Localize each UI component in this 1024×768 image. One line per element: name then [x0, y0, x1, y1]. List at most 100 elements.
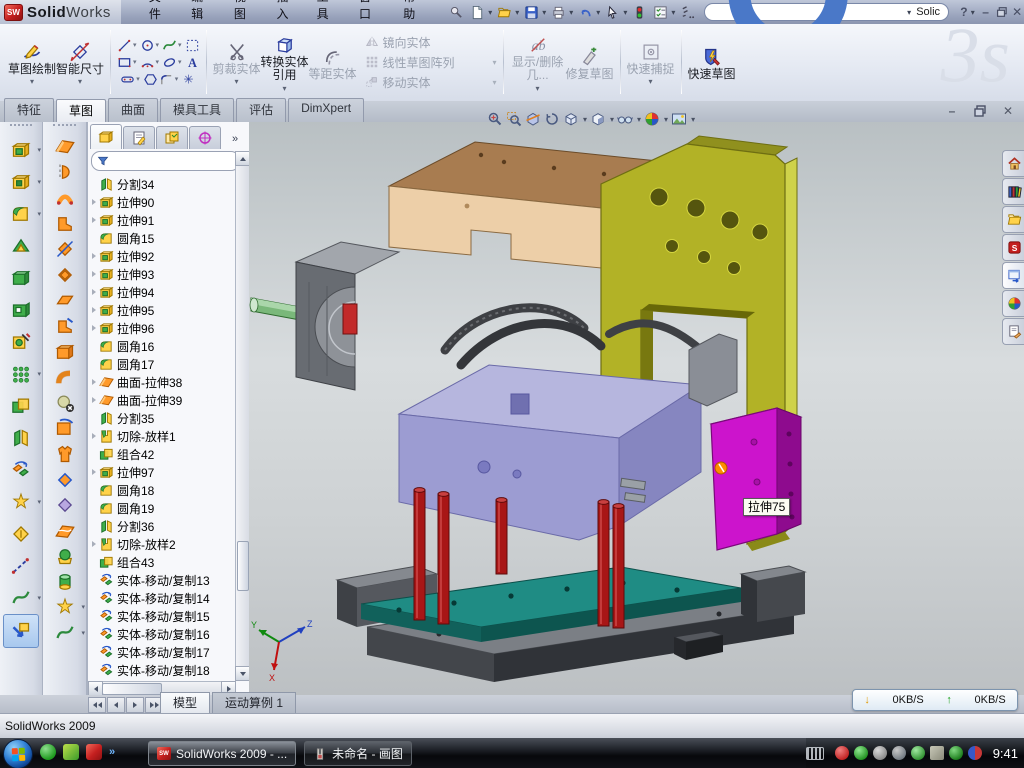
ribbon-tab-1[interactable]: 草图: [56, 99, 106, 123]
spline-curve2-caret-icon[interactable]: ▾: [81, 629, 85, 637]
tree-item-2[interactable]: 拉伸91: [89, 211, 235, 229]
expand-arrow-icon[interactable]: [89, 199, 99, 205]
tree-item-10[interactable]: 圆角17: [89, 355, 235, 373]
centerline-button[interactable]: [0, 550, 42, 582]
search-caret-icon[interactable]: ▾: [907, 8, 911, 17]
rect-tool-icon[interactable]: [117, 55, 132, 70]
tree-vertical-scrollbar[interactable]: [235, 151, 249, 681]
feature-wizard-button[interactable]: [0, 326, 42, 358]
sfillet-tool-icon[interactable]: [159, 72, 174, 87]
tree-item-3[interactable]: 圆角15: [89, 229, 235, 247]
first-tab-button[interactable]: [88, 697, 106, 713]
tree-item-15[interactable]: 组合42: [89, 445, 235, 463]
network-warning-tray-icon[interactable]: [930, 746, 944, 760]
view-rotate-icon[interactable]: [544, 111, 560, 127]
ellipse-caret-icon[interactable]: ▾: [178, 58, 182, 66]
line-tool-icon[interactable]: [117, 38, 132, 53]
select-arrow-icon[interactable]: [603, 3, 622, 21]
boundary-surface-button[interactable]: [43, 185, 86, 211]
quicklaunch-overflow-chevron[interactable]: »: [109, 746, 115, 758]
ribbon-tab-0[interactable]: 特征: [4, 98, 54, 122]
quick-snaps-button[interactable]: 快速捕捉 ▾: [627, 38, 675, 87]
zoom-area-icon[interactable]: [506, 111, 522, 127]
undo-caret-icon[interactable]: ▾: [596, 8, 600, 17]
tree-filter-input[interactable]: [91, 151, 240, 171]
sketch-star-button[interactable]: ▾: [0, 486, 42, 518]
scroll-down-button[interactable]: [235, 666, 250, 681]
tree-item-8[interactable]: 拉伸96: [89, 319, 235, 337]
line-caret-icon[interactable]: ▾: [133, 41, 137, 49]
tree-item-4[interactable]: 拉伸92: [89, 247, 235, 265]
zoom-fit-icon[interactable]: [487, 111, 503, 127]
point-tool-icon[interactable]: ✳: [181, 72, 196, 87]
text-tool-icon[interactable]: A: [185, 55, 200, 70]
ime-icon[interactable]: [678, 3, 697, 21]
expand-arrow-icon[interactable]: [89, 253, 99, 259]
view-orientation-icon[interactable]: [563, 111, 579, 127]
tree-item-20[interactable]: 切除-放样2: [89, 535, 235, 553]
polygon-tool-icon[interactable]: [143, 72, 158, 87]
tree-item-6[interactable]: 拉伸94: [89, 283, 235, 301]
split-body-button[interactable]: [0, 422, 42, 454]
tree-item-25[interactable]: 实体-移动/复制16: [89, 625, 235, 643]
ruled-surface-button[interactable]: [43, 236, 86, 262]
arc-caret-icon[interactable]: ▾: [156, 58, 160, 66]
input-method-icon[interactable]: [806, 747, 824, 760]
antivirus-red-tray-icon[interactable]: [835, 746, 849, 760]
tree-item-12[interactable]: 曲面-拉伸39: [89, 391, 235, 409]
sfillet-caret-icon[interactable]: ▾: [175, 75, 179, 83]
offset-surface-button[interactable]: [43, 262, 86, 288]
core-block[interactable]: [399, 308, 737, 540]
spline-curve-button[interactable]: ▾: [0, 582, 42, 614]
tree-item-1[interactable]: 拉伸90: [89, 193, 235, 211]
toolbar-grip[interactable]: [53, 124, 76, 132]
expand-arrow-icon[interactable]: [89, 325, 99, 331]
toolbar-grip[interactable]: [10, 124, 32, 132]
pin-icon[interactable]: [447, 3, 466, 21]
display-style-icon[interactable]: [590, 111, 606, 127]
pattern-button[interactable]: ▾: [0, 358, 42, 390]
untrim-surface-button[interactable]: [43, 467, 86, 493]
ribbon-tab-2[interactable]: 曲面: [108, 98, 158, 122]
cut-feature-button[interactable]: [0, 294, 42, 326]
expand-arrow-icon[interactable]: [89, 469, 99, 475]
revolved-surface-button[interactable]: [43, 160, 86, 186]
fillet-button[interactable]: ▾: [0, 198, 42, 230]
vertical-scroll-thumb[interactable]: [237, 541, 249, 591]
display-delete-relations-button[interactable]: ab 显示/删除几... ▾: [510, 31, 566, 94]
horizontal-scroll-thumb[interactable]: [102, 683, 162, 695]
repair-sketch-button[interactable]: 修复草图: [566, 43, 614, 82]
next-tab-button[interactable]: [126, 697, 144, 713]
solidworks-resources-pane-tab[interactable]: S: [1002, 234, 1024, 261]
featuremanager-tab[interactable]: [90, 124, 122, 149]
base-plates[interactable]: [337, 566, 805, 682]
doc-restore-button[interactable]: [970, 103, 990, 119]
home-pane-tab[interactable]: [1002, 150, 1024, 177]
tree-item-9[interactable]: 圆角16: [89, 337, 235, 355]
fillet-caret-icon[interactable]: ▾: [37, 210, 41, 218]
select-arrow-caret-icon[interactable]: ▾: [623, 8, 627, 17]
tree-item-23[interactable]: 实体-移动/复制14: [89, 589, 235, 607]
search-box[interactable]: ▾ Solic: [704, 3, 949, 21]
propertymanager-tab[interactable]: [123, 126, 155, 149]
shape-feature-button[interactable]: [43, 569, 86, 595]
boss-feature-button[interactable]: [0, 262, 42, 294]
tree-item-24[interactable]: 实体-移动/复制15: [89, 607, 235, 625]
filled-surface-button[interactable]: [43, 211, 86, 237]
tree-item-26[interactable]: 实体-移动/复制17: [89, 643, 235, 661]
edit-appearance-caret-icon[interactable]: ▾: [664, 115, 668, 124]
edit-appearance-icon[interactable]: [644, 111, 660, 127]
slot-caret-icon[interactable]: ▾: [136, 75, 140, 83]
circle-caret-icon[interactable]: ▾: [156, 41, 160, 49]
scroll-up-button[interactable]: [235, 151, 250, 166]
ellipse-tool-icon[interactable]: [162, 55, 177, 70]
start-button[interactable]: [3, 739, 33, 768]
dimxpertmanager-tab[interactable]: [189, 126, 221, 149]
undo-icon[interactable]: [576, 3, 595, 21]
tree-item-11[interactable]: 曲面-拉伸38: [89, 373, 235, 391]
tree-item-7[interactable]: 拉伸95: [89, 301, 235, 319]
security-suite-quicklaunch-icon[interactable]: [63, 744, 79, 760]
ribbon-tab-3[interactable]: 模具工具: [160, 98, 234, 122]
extrude-boss-button[interactable]: ▾: [0, 134, 42, 166]
replace-face-button[interactable]: [43, 416, 86, 442]
